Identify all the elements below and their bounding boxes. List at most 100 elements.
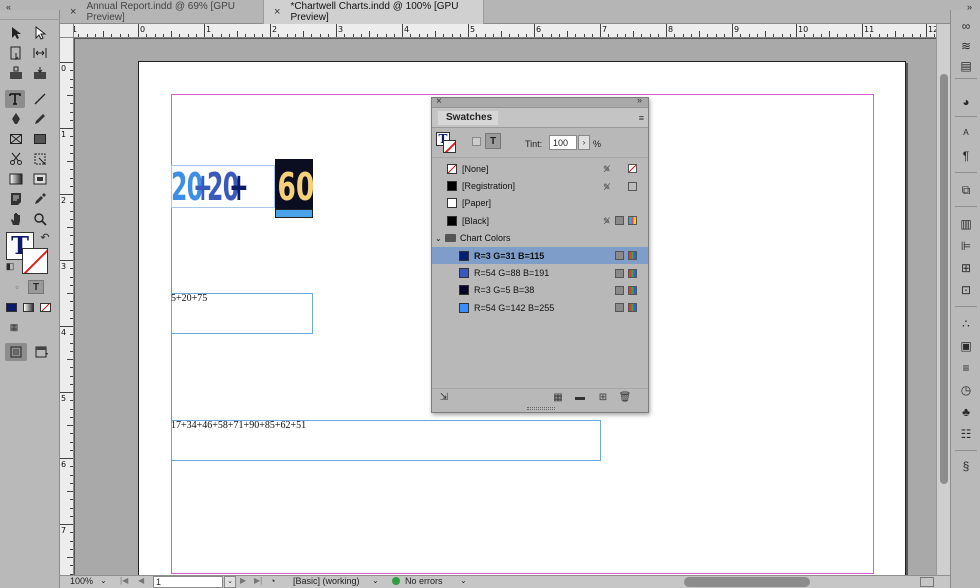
container-icon[interactable] — [472, 137, 481, 146]
tint-input[interactable]: 100 — [549, 135, 577, 150]
next-page-icon[interactable]: ▶ — [240, 576, 246, 585]
fill-stroke-proxy[interactable]: T — [436, 132, 456, 154]
direct-selection-tool-icon[interactable] — [30, 24, 50, 42]
links-icon[interactable]: ∞ — [957, 18, 975, 34]
panel-titlebar[interactable]: × » — [432, 95, 648, 108]
swatch-row-none[interactable]: [None] ✎̸ — [432, 160, 648, 177]
page-tool-icon[interactable] — [6, 44, 26, 62]
text-icon[interactable]: T — [485, 133, 501, 149]
default-colors-icon[interactable]: ◧ — [4, 260, 16, 272]
horizontal-ruler[interactable]: 10123456789101112 — [60, 24, 936, 38]
panel-grip[interactable] — [0, 14, 60, 20]
ruler-origin[interactable] — [60, 24, 74, 38]
swatch-row-rgb-4[interactable]: R=54 G=142 B=255 — [432, 299, 648, 316]
swatch-row-rgb-2[interactable]: R=54 G=88 B=191 — [432, 264, 648, 281]
buttons-icon[interactable]: § — [957, 458, 975, 474]
stroke-icon[interactable]: ≡ — [957, 360, 975, 376]
screen-mode-icon[interactable]: ▦ — [6, 320, 22, 334]
scissors-tool-icon[interactable] — [6, 150, 26, 168]
properties-icon[interactable]: ▥ — [957, 216, 975, 232]
preflight-dropdown-icon[interactable]: ⌄ — [460, 576, 467, 585]
tab-annual-report[interactable]: × Annual Report.indd @ 69% [GPU Preview] — [60, 0, 264, 24]
trash-icon[interactable]: 🗑 — [619, 392, 632, 403]
zoom-tool-icon[interactable] — [30, 210, 50, 228]
close-icon[interactable]: × — [436, 96, 442, 107]
type-tool-icon[interactable] — [5, 90, 25, 108]
open-page-icon[interactable]: ◔ — [270, 576, 275, 586]
color-group-row[interactable]: ⌄ Chart Colors — [432, 230, 648, 247]
table-icon[interactable]: ☷ — [957, 426, 975, 442]
cc-libraries-icon[interactable]: ⧉ — [957, 182, 975, 198]
formatting-container-icon[interactable]: ▫ — [10, 280, 24, 294]
zoom-dropdown-icon[interactable]: ⌄ — [100, 576, 107, 585]
rectangle-tool-icon[interactable] — [30, 130, 50, 148]
vertical-ruler[interactable]: 0 1 2 3 4 5 6 7 — [60, 38, 74, 575]
selection-tool-icon[interactable] — [6, 24, 26, 42]
gradient-swatch-tool-icon[interactable] — [6, 170, 26, 188]
color-group-icon[interactable]: ▦ — [552, 392, 564, 403]
first-page-icon[interactable]: |◀ — [120, 576, 128, 585]
swatch-row-rgb-1[interactable]: R=3 G=31 B=115 — [432, 246, 648, 265]
line-tool-icon[interactable] — [30, 90, 50, 108]
formatting-text-icon[interactable]: T — [28, 280, 44, 294]
transform-icon[interactable]: ⊡ — [957, 282, 975, 298]
resize-grip[interactable] — [527, 407, 555, 410]
swatch-row-paper[interactable]: [Paper] — [432, 195, 648, 212]
swatch-row-rgb-3[interactable]: R=3 G=5 B=38 — [432, 282, 648, 299]
timing-icon[interactable]: ◷ — [957, 382, 975, 398]
layers-icon[interactable]: ≋ — [957, 38, 975, 54]
new-swatch-icon[interactable]: ⊞ — [597, 392, 609, 403]
prev-page-icon[interactable]: ◀ — [138, 576, 144, 585]
import-icon[interactable]: ⇲ — [438, 392, 450, 403]
character-styles-icon[interactable]: ᴬ — [957, 126, 975, 142]
object-states-icon[interactable]: ♣ — [957, 404, 975, 420]
tint-stepper-icon[interactable]: › — [578, 135, 590, 150]
swatch-row-registration[interactable]: [Registration] ✎̸ — [432, 177, 648, 194]
tab-chartwell-charts[interactable]: × *Chartwell Charts.indd @ 100% [GPU Pre… — [264, 0, 484, 24]
pathfinder-icon[interactable]: ⊞ — [957, 260, 975, 276]
page-number-field[interactable]: 1 — [153, 576, 223, 588]
stroke-proxy-icon[interactable] — [443, 140, 456, 153]
rectangle-frame-tool-icon[interactable] — [6, 130, 26, 148]
profile-dropdown-icon[interactable]: ⌄ — [372, 576, 379, 585]
close-tab-icon[interactable]: × — [274, 6, 280, 18]
apply-none-icon[interactable] — [37, 300, 53, 314]
pencil-tool-icon[interactable] — [30, 110, 50, 128]
swatches-icon[interactable]: ◕ — [957, 94, 975, 110]
free-transform-tool-icon[interactable] — [30, 150, 50, 168]
horizontal-scroll-thumb[interactable] — [684, 577, 810, 587]
vertical-scrollbar[interactable] — [936, 24, 950, 575]
eyedropper-tool-icon[interactable] — [30, 190, 50, 208]
text-wrap-icon[interactable]: ▣ — [957, 338, 975, 354]
effects-icon[interactable]: ∴ — [957, 316, 975, 332]
swap-fill-stroke-icon[interactable]: ↶ — [38, 230, 52, 244]
preview-mode-icon[interactable] — [32, 343, 52, 361]
disclosure-triangle-icon[interactable]: ⌄ — [435, 234, 442, 243]
gradient-feather-tool-icon[interactable] — [30, 170, 50, 188]
preflight-profile[interactable]: [Basic] (working) — [293, 576, 360, 586]
zoom-level[interactable]: 100% — [70, 576, 93, 586]
paragraph-styles-icon[interactable]: ¶ — [957, 148, 975, 164]
pages-icon[interactable]: ▤ — [957, 58, 975, 74]
stroke-swatch[interactable] — [22, 248, 48, 274]
normal-view-icon[interactable] — [5, 343, 27, 361]
preflight-status[interactable]: No errors — [392, 576, 443, 586]
panel-menu-icon[interactable]: ≡ — [639, 113, 644, 123]
content-collector-icon[interactable] — [6, 64, 26, 82]
close-tab-icon[interactable]: × — [70, 6, 76, 18]
apply-gradient-icon[interactable] — [20, 300, 36, 314]
scroll-thumb[interactable] — [940, 74, 948, 484]
align-icon[interactable]: ⊫ — [957, 238, 975, 254]
pen-tool-icon[interactable] — [6, 110, 26, 128]
swatch-row-black[interactable]: [Black] ✎̸ — [432, 212, 648, 229]
gap-tool-icon[interactable] — [30, 44, 50, 62]
last-page-icon[interactable]: ▶| — [254, 576, 262, 585]
note-tool-icon[interactable] — [6, 190, 26, 208]
split-layout-icon[interactable] — [920, 577, 934, 587]
page-dropdown-icon[interactable]: ⌄ — [224, 576, 236, 588]
panel-title-tab[interactable]: Swatches — [438, 111, 499, 125]
collapse-panel-icon[interactable]: » — [637, 95, 642, 105]
apply-color-icon[interactable] — [3, 300, 19, 314]
hand-tool-icon[interactable] — [6, 210, 26, 228]
content-placer-icon[interactable] — [30, 64, 50, 82]
